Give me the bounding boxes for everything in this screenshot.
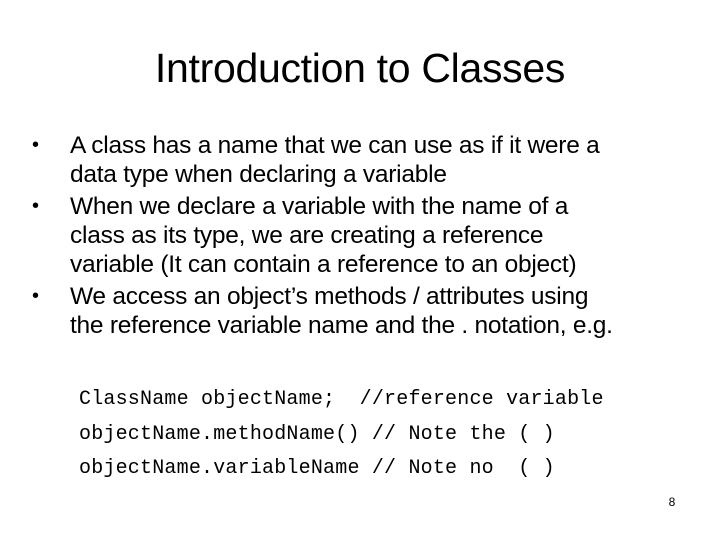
bullet-icon: • bbox=[32, 285, 39, 307]
code-line: ClassName objectName; //reference variab… bbox=[79, 388, 604, 411]
page-number: 8 bbox=[668, 495, 676, 509]
bullet-item: • We access an object’s methods / attrib… bbox=[30, 282, 720, 340]
bullet-item: • When we declare a variable with the na… bbox=[30, 192, 720, 279]
code-example: ClassName objectName; //reference variab… bbox=[79, 383, 604, 487]
bullet-line: When we declare a variable with the name… bbox=[70, 193, 569, 220]
bullet-item: • A class has a name that we can use as … bbox=[30, 131, 720, 189]
bullet-line: the reference variable name and the . no… bbox=[70, 312, 613, 339]
code-line: objectName.methodName() // Note the ( ) bbox=[79, 422, 555, 446]
bullet-line: variable (It can contain a reference to … bbox=[70, 251, 577, 278]
bullet-icon: • bbox=[32, 195, 39, 217]
slide: Introduction to Classes • A class has a … bbox=[0, 0, 720, 540]
bullet-icon: • bbox=[32, 134, 39, 156]
bullet-line: class as its type, we are creating a ref… bbox=[70, 222, 544, 249]
code-line: objectName.variableName // Note no ( ) bbox=[79, 457, 555, 480]
bullet-list: • A class has a name that we can use as … bbox=[30, 131, 720, 343]
bullet-line: data type when declaring a variable bbox=[70, 161, 447, 188]
slide-title: Introduction to Classes bbox=[154, 45, 566, 91]
bullet-line: A class has a name that we can use as if… bbox=[70, 132, 600, 159]
bullet-line: We access an object’s methods / attribut… bbox=[70, 283, 589, 310]
